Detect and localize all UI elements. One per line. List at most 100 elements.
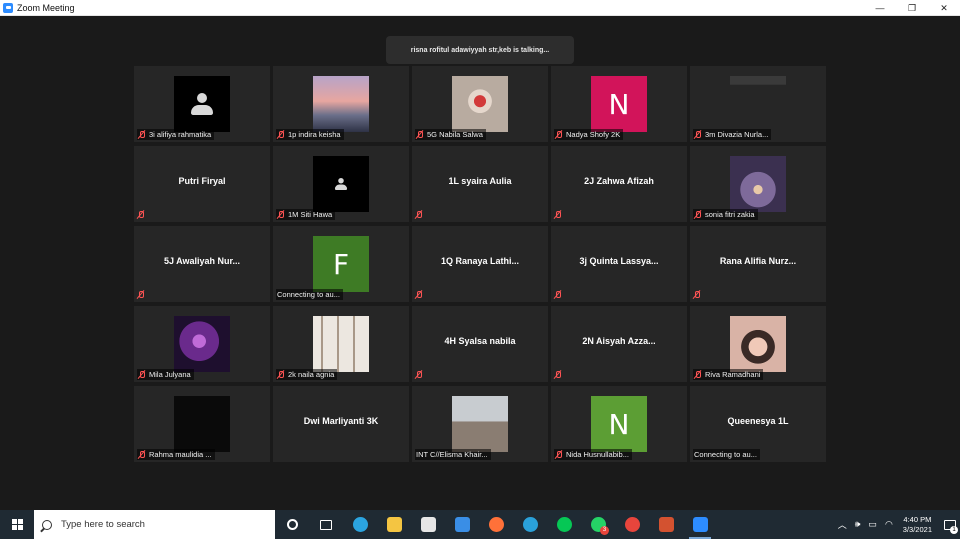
participant-tile[interactable]: 5J Awaliyah Nur... xyxy=(134,226,270,302)
close-button[interactable]: ✕ xyxy=(928,0,960,16)
taskbar-app-button[interactable] xyxy=(479,510,513,539)
participant-tile[interactable]: Rana Alifia Nurz... xyxy=(690,226,826,302)
participant-display-name: 2J Zahwa Afizah xyxy=(584,176,654,186)
zoom-app-icon xyxy=(3,2,13,13)
video-thumbnail xyxy=(730,316,786,372)
participant-tile[interactable]: 1M Siti Hawa xyxy=(273,146,409,222)
participant-tile[interactable]: F Connecting to au... xyxy=(273,226,409,302)
restore-button[interactable]: ❐ xyxy=(896,0,928,16)
participant-name-label: Connecting to au... xyxy=(276,289,343,300)
participant-tile[interactable]: 4H Syalsa nabila xyxy=(412,306,548,382)
participant-tile[interactable]: sonia fitri zakia xyxy=(690,146,826,222)
muted-mic-icon xyxy=(138,450,146,459)
taskbar-app-button[interactable] xyxy=(445,510,479,539)
muted-mic-icon xyxy=(415,210,423,219)
video-thumbnail xyxy=(174,316,230,372)
taskbar-app-button[interactable] xyxy=(649,510,683,539)
muted-mic-icon xyxy=(277,130,285,139)
muted-mic-icon xyxy=(554,210,562,219)
participant-name-label: 1M Siti Hawa xyxy=(276,209,336,220)
participant-name-label: Rahma maulidia ... xyxy=(137,449,215,460)
participant-tile[interactable]: 2k naila agnia xyxy=(273,306,409,382)
participant-name-label: 3i alifiya rahmatika xyxy=(137,129,215,140)
participant-tile[interactable]: 3j Quinta Lassya... xyxy=(551,226,687,302)
muted-mic-icon xyxy=(694,370,702,379)
search-icon xyxy=(42,519,52,530)
letter-avatar: N xyxy=(591,76,647,132)
taskbar-app-button[interactable] xyxy=(683,510,717,539)
participant-tile[interactable]: 1Q Ranaya Lathi... xyxy=(412,226,548,302)
clock-time: 4:40 PM xyxy=(903,514,932,524)
chrome-icon xyxy=(624,517,640,532)
participant-tile[interactable]: 3m Divazia Nurla... xyxy=(690,66,826,142)
search-placeholder: Type here to search xyxy=(61,519,145,530)
participant-name: 2k naila agnia xyxy=(288,370,335,379)
participant-display-name: 2N Aisyah Azza... xyxy=(582,336,656,346)
participant-display-name: 5J Awaliyah Nur... xyxy=(163,256,241,266)
video-thumbnail xyxy=(313,316,369,372)
letter-avatar: N xyxy=(591,396,647,452)
system-tray: ︿ 🕪 ▭ ◠ 4:40 PM 3/3/2021 1 xyxy=(834,510,960,539)
clock[interactable]: 4:40 PM 3/3/2021 xyxy=(903,515,932,535)
muted-mic-icon xyxy=(415,370,423,379)
participant-tile[interactable]: N Nida Husnullabib... xyxy=(551,386,687,462)
participant-name: 3i alifiya rahmatika xyxy=(149,130,212,139)
participant-name: sonia fitri zakia xyxy=(705,210,755,219)
participant-name-label: 2k naila agnia xyxy=(276,369,338,380)
muted-mic-icon xyxy=(138,370,146,379)
window-title: Zoom Meeting xyxy=(17,2,75,13)
taskbar-app-button[interactable] xyxy=(547,510,581,539)
participant-name: Connecting to au... xyxy=(277,290,340,299)
participant-name-label: 3m Divazia Nurla... xyxy=(693,129,772,140)
title-bar: Zoom Meeting — ❐ ✕ xyxy=(0,0,960,16)
participant-tile[interactable]: N Nadya Shofy 2K xyxy=(551,66,687,142)
participant-tile[interactable]: 1L syaira Aulia xyxy=(412,146,548,222)
minimize-button[interactable]: — xyxy=(864,0,896,16)
participant-name-label: Nida Husnullabib... xyxy=(554,449,632,460)
participant-tile[interactable]: Dwi Marliyanti 3K xyxy=(273,386,409,462)
telegram-icon xyxy=(522,517,538,532)
participant-tile[interactable]: 3i alifiya rahmatika xyxy=(134,66,270,142)
taskbar-app-button[interactable] xyxy=(513,510,547,539)
muted-mic-icon xyxy=(555,450,563,459)
participant-display-name: 3j Quinta Lassya... xyxy=(579,256,659,266)
taskbar-app-button[interactable] xyxy=(377,510,411,539)
participant-tile[interactable]: 2J Zahwa Afizah xyxy=(551,146,687,222)
participant-name-label: Mila Julyana xyxy=(137,369,194,380)
talking-indicator: risna rofitul adawiyyah str,keb is talki… xyxy=(386,36,574,64)
start-button[interactable] xyxy=(0,510,34,539)
powerpoint-icon xyxy=(658,517,674,532)
unread-badge: 3 xyxy=(600,526,609,535)
taskbar-app-button[interactable] xyxy=(309,510,343,539)
taskbar-search-box[interactable]: Type here to search xyxy=(34,510,275,539)
participant-name: 1p indira keisha xyxy=(288,130,341,139)
edge-icon xyxy=(352,517,368,532)
taskbar-app-button[interactable]: 3 xyxy=(581,510,615,539)
windows-logo-icon xyxy=(11,519,23,530)
participant-tile[interactable]: Putri Firyal xyxy=(134,146,270,222)
participant-tile[interactable]: 2N Aisyah Azza... xyxy=(551,306,687,382)
gallery-grid: 3i alifiya rahmatika 1p indira keisha 5G N… xyxy=(134,66,826,462)
notification-count: 1 xyxy=(950,526,958,534)
participant-tile[interactable]: Riva Ramadhani xyxy=(690,306,826,382)
participant-tile[interactable]: INT C//Elisma Khair... xyxy=(412,386,548,462)
chevron-up-icon[interactable]: ︿ xyxy=(838,518,847,531)
volume-icon[interactable]: 🕪 xyxy=(855,519,861,530)
battery-icon[interactable]: ▭ xyxy=(868,519,877,530)
participant-name: INT C//Elisma Khair... xyxy=(416,450,488,459)
participant-tile[interactable]: Queenesya 1L Connecting to au... xyxy=(690,386,826,462)
taskbar-app-button[interactable] xyxy=(615,510,649,539)
action-center-button[interactable]: 1 xyxy=(940,510,960,539)
muted-mic-icon xyxy=(554,370,562,379)
taskbar-app-button[interactable] xyxy=(275,510,309,539)
participant-tile[interactable]: Mila Julyana xyxy=(134,306,270,382)
taskbar-app-button[interactable] xyxy=(411,510,445,539)
participant-tile[interactable]: Rahma maulidia ... xyxy=(134,386,270,462)
participant-tile[interactable]: 1p indira keisha xyxy=(273,66,409,142)
wifi-icon[interactable]: ◠ xyxy=(885,519,893,530)
firefox-icon xyxy=(488,517,504,532)
participant-tile[interactable]: 5G Nabila Salwa xyxy=(412,66,548,142)
taskbar-app-button[interactable] xyxy=(343,510,377,539)
participant-display-name: 4H Syalsa nabila xyxy=(444,336,516,346)
muted-mic-icon xyxy=(694,130,702,139)
